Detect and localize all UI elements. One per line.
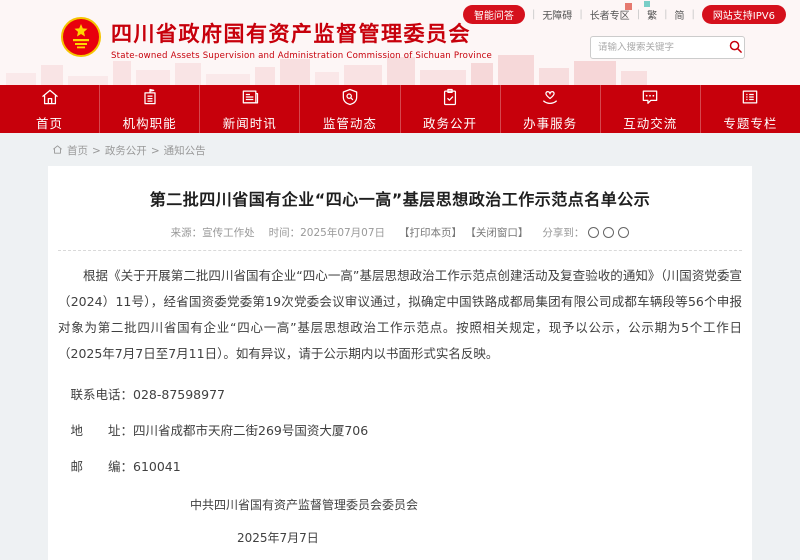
ipv6-support-badge[interactable]: 网站支持IPV6: [702, 5, 786, 24]
utility-bar: 智能问答 | 无障碍 | 长者专区 | 繁 | 简 | 网站支持IPV6: [463, 5, 786, 24]
heart-hands-icon: [540, 87, 560, 111]
breadcrumb-separator: >: [92, 145, 101, 157]
nav-item-gov-info[interactable]: 政务公开: [401, 85, 501, 133]
org-building-icon: [140, 87, 160, 111]
breadcrumb-separator: >: [151, 145, 160, 157]
signature-date: 2025年7月7日: [237, 529, 742, 546]
search-box: [590, 36, 745, 59]
separator: |: [691, 9, 694, 20]
article-time: 时间：2025年07月07日: [269, 225, 385, 240]
print-page-link[interactable]: 【打印本页】: [399, 227, 462, 239]
share-to-label: 分享到：: [542, 225, 584, 240]
nav-label: 新闻时讯: [223, 113, 277, 132]
traditional-chinese-link[interactable]: 繁: [647, 7, 657, 22]
national-emblem-icon: [60, 16, 102, 62]
smart-qa-button[interactable]: 智能问答: [463, 5, 525, 24]
share-icon-3[interactable]: [618, 227, 629, 238]
share-icon-2[interactable]: [603, 227, 614, 238]
breadcrumb-item-gov-info[interactable]: 政务公开: [105, 143, 147, 158]
nav-label: 政务公开: [423, 113, 477, 132]
article-title: 第二批四川省国有企业“四心一高”基层思想政治工作示范点名单公示: [58, 186, 742, 210]
site-subtitle: State-owned Assets Supervision and Admin…: [111, 51, 492, 61]
content-area: 首页 > 政务公开 > 通知公告 第二批四川省国有企业“四心一高”基层思想政治工…: [0, 133, 800, 560]
main-navigation: 首页 机构职能 新闻时讯 监管动态: [0, 85, 800, 133]
news-icon: [240, 87, 260, 111]
article-source: 来源：宣传工作处: [171, 225, 255, 240]
share-icon-1[interactable]: [588, 227, 599, 238]
nav-label: 监管动态: [323, 113, 377, 132]
breadcrumb: 首页 > 政务公开 > 通知公告: [48, 137, 752, 166]
nav-item-topics[interactable]: 专题专栏: [701, 85, 800, 133]
nav-item-interaction[interactable]: 互动交流: [601, 85, 701, 133]
separator: |: [664, 9, 667, 20]
senior-zone-link[interactable]: 长者专区: [590, 7, 630, 22]
signature-org: 中共四川省国有资产监督管理委员会委员会: [190, 496, 742, 513]
nav-label: 专题专栏: [723, 113, 777, 132]
search-icon: [728, 39, 743, 57]
nav-label: 办事服务: [523, 113, 577, 132]
breadcrumb-item-notices[interactable]: 通知公告: [164, 143, 206, 158]
clipboard-check-icon: [440, 87, 460, 111]
article-card: 第二批四川省国有企业“四心一高”基层思想政治工作示范点名单公示 来源：宣传工作处…: [48, 166, 752, 560]
nav-label: 首页: [36, 113, 63, 132]
nav-item-services[interactable]: 办事服务: [501, 85, 601, 133]
contact-phone: 联系电话：028-87598977: [58, 384, 742, 403]
chat-bubble-icon: [640, 87, 660, 111]
accessibility-link[interactable]: 无障碍: [542, 7, 572, 22]
shield-magnifier-icon: [340, 87, 360, 111]
search-input[interactable]: [591, 42, 727, 53]
list-columns-icon: [740, 87, 760, 111]
nav-label: 互动交流: [623, 113, 677, 132]
meta-divider: [58, 250, 742, 251]
nav-label: 机构职能: [123, 113, 177, 132]
article-meta: 来源：宣传工作处 时间：2025年07月07日 【打印本页】 【关闭窗口】 分享…: [58, 225, 742, 240]
search-button[interactable]: [727, 37, 744, 58]
site-brand[interactable]: 四川省政府国有资产监督管理委员会 State-owned Assets Supe…: [60, 16, 492, 62]
nav-item-supervision[interactable]: 监管动态: [300, 85, 400, 133]
separator: |: [637, 9, 640, 20]
breadcrumb-home-icon: [52, 144, 63, 158]
contact-zipcode: 邮 编：610041: [58, 456, 742, 475]
nav-item-functions[interactable]: 机构职能: [100, 85, 200, 133]
site-title: 四川省政府国有资产监督管理委员会: [111, 18, 492, 48]
simplified-chinese-link[interactable]: 简: [674, 7, 684, 22]
article-paragraph: 根据《关于开展第二批四川省国有企业“四心一高”基层思想政治工作示范点创建活动及复…: [58, 263, 742, 367]
nav-item-news[interactable]: 新闻时讯: [200, 85, 300, 133]
contact-address: 地 址：四川省成都市天府二街269号国资大厦706: [58, 420, 742, 439]
close-window-link[interactable]: 【关闭窗口】: [465, 227, 528, 239]
breadcrumb-item-home[interactable]: 首页: [67, 143, 88, 158]
nav-item-home[interactable]: 首页: [0, 85, 100, 133]
separator: |: [532, 9, 535, 20]
home-icon: [40, 87, 60, 111]
separator: |: [579, 9, 582, 20]
site-banner: 智能问答 | 无障碍 | 长者专区 | 繁 | 简 | 网站支持IPV6: [0, 0, 800, 85]
